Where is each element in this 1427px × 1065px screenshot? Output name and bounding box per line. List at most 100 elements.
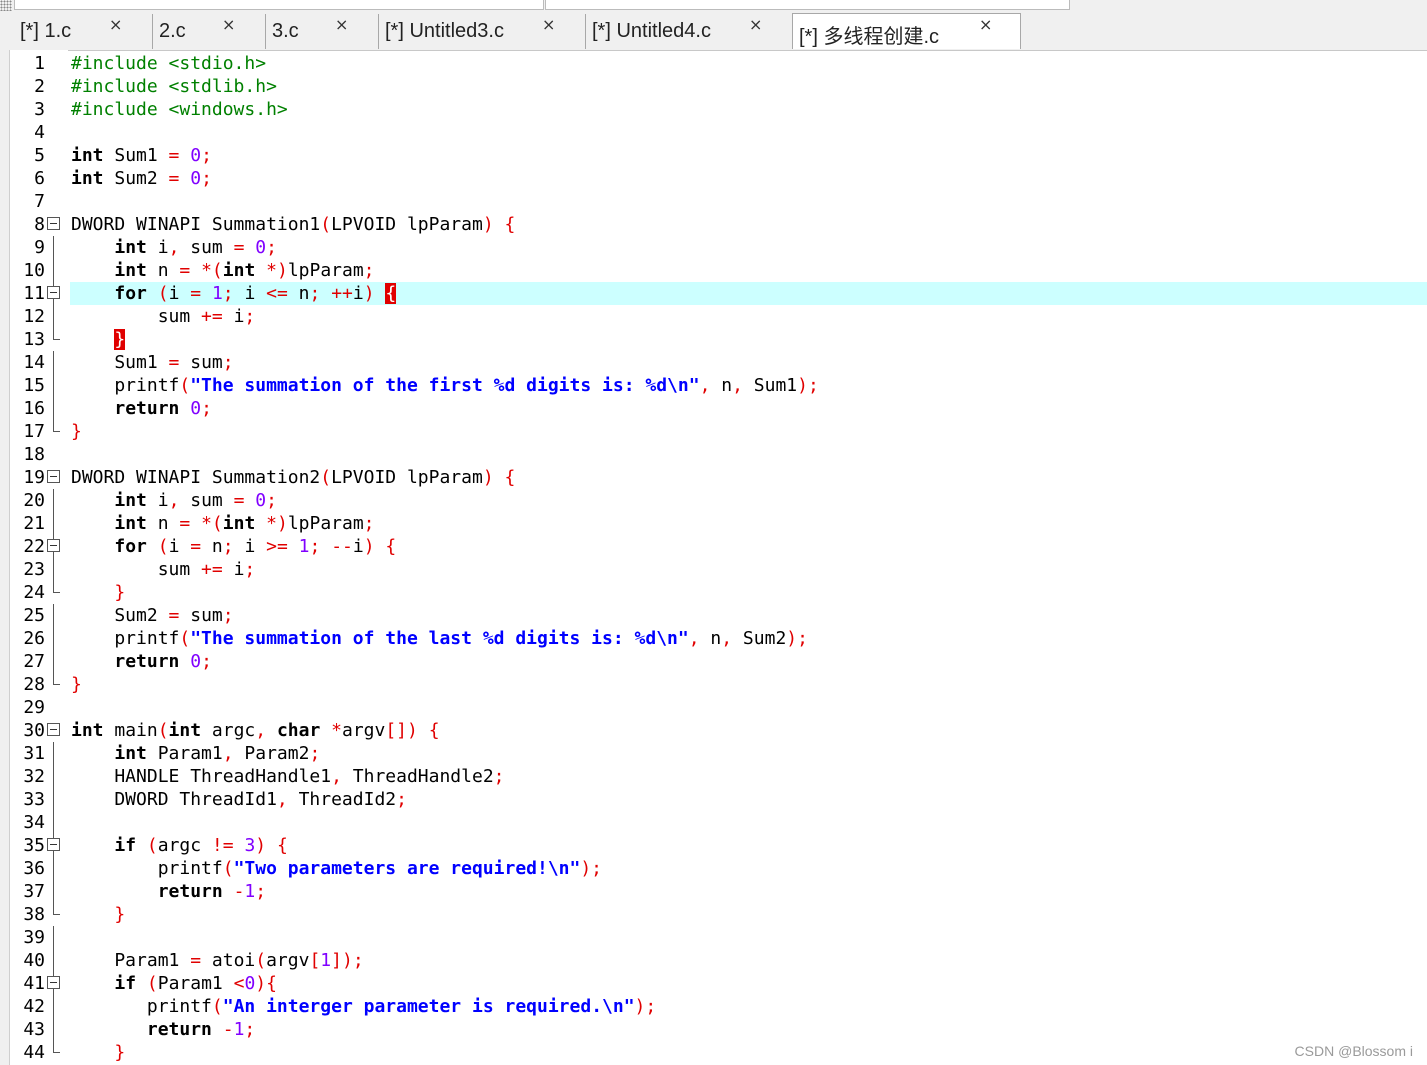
code-line[interactable]: 13 } bbox=[0, 328, 1427, 351]
code-text: return 0; bbox=[71, 650, 212, 673]
code-line[interactable]: 21 int n = *(int *)lpParam; bbox=[0, 512, 1427, 535]
line-number: 7 bbox=[34, 191, 45, 212]
code-token-id: i bbox=[146, 237, 169, 258]
tab-untitled3-c[interactable]: [*] Untitled3.c × bbox=[379, 14, 586, 49]
code-token-brace: { bbox=[385, 536, 397, 557]
code-text: DWORD WINAPI Summation1(LPVOID lpParam) … bbox=[71, 213, 515, 236]
code-token-id bbox=[71, 973, 114, 994]
code-line[interactable]: 34 bbox=[0, 811, 1427, 834]
tab-2-c[interactable]: 2.c × bbox=[153, 14, 266, 49]
fold-guide bbox=[53, 788, 54, 811]
code-line[interactable]: 3 #include <windows.h> bbox=[0, 98, 1427, 121]
fold-toggle-icon[interactable] bbox=[47, 723, 60, 736]
code-token-op: * bbox=[331, 720, 342, 741]
code-line[interactable]: 31 int Param1, Param2; bbox=[0, 742, 1427, 765]
fold-end-marker bbox=[53, 1052, 60, 1053]
code-line[interactable]: 35 if (argc != 3) { bbox=[0, 834, 1427, 857]
line-number: 2 bbox=[34, 76, 45, 97]
code-line[interactable]: 14 Sum1 = sum; bbox=[0, 351, 1427, 374]
line-number: 23 bbox=[23, 559, 45, 580]
code-line[interactable]: 7 bbox=[0, 190, 1427, 213]
code-line[interactable]: 24 } bbox=[0, 581, 1427, 604]
code-line[interactable]: 28} bbox=[0, 673, 1427, 696]
code-token-num: 1 bbox=[244, 881, 256, 902]
code-line[interactable]: 39 bbox=[0, 926, 1427, 949]
code-line[interactable]: 38 } bbox=[0, 903, 1427, 926]
code-line[interactable]: 6 int Sum2 = 0; bbox=[0, 167, 1427, 190]
code-token-op: *) bbox=[266, 260, 288, 281]
toolbar-field-left[interactable] bbox=[14, 0, 544, 10]
code-token-op: ) bbox=[482, 467, 494, 488]
code-line[interactable]: 1 #include <stdio.h> bbox=[0, 52, 1427, 75]
fold-toggle-icon[interactable] bbox=[47, 539, 60, 552]
code-line[interactable]: 22 for (i = n; i >= 1; --i) { bbox=[0, 535, 1427, 558]
code-line[interactable]: 33 DWORD ThreadId1, ThreadId2; bbox=[0, 788, 1427, 811]
code-editor[interactable]: 1 #include <stdio.h> 2 #include <stdlib.h> 3… bbox=[0, 52, 1427, 1064]
code-line[interactable]: 40 Param1 = atoi(argv[1]); bbox=[0, 949, 1427, 972]
code-line[interactable]: 19 DWORD WINAPI Summation2(LPVOID lpParam… bbox=[0, 466, 1427, 489]
code-token-id: atoi bbox=[201, 950, 256, 971]
code-text: int Sum1 = 0; bbox=[71, 144, 212, 167]
code-line[interactable]: 8 DWORD WINAPI Summation1(LPVOID lpParam)… bbox=[0, 213, 1427, 236]
toolbar-field-right[interactable] bbox=[545, 0, 1070, 10]
line-number: 31 bbox=[23, 743, 45, 764]
code-line[interactable]: 27 return 0; bbox=[0, 650, 1427, 673]
toolbar-grip-icon[interactable] bbox=[0, 0, 12, 11]
code-line[interactable]: 30 int main(int argc, char *argv[]) { bbox=[0, 719, 1427, 742]
code-token-op: , bbox=[168, 490, 180, 511]
code-line[interactable]: 4 bbox=[0, 121, 1427, 144]
code-text: for (i = 1; i <= n; ++i) { bbox=[71, 282, 397, 305]
fold-toggle-icon[interactable] bbox=[47, 286, 60, 299]
fold-guide bbox=[53, 742, 54, 765]
close-icon[interactable]: × bbox=[222, 15, 235, 34]
code-line[interactable]: 36 printf("Two parameters are required!\… bbox=[0, 857, 1427, 880]
tab-untitled4-c[interactable]: [*] Untitled4.c × bbox=[586, 14, 793, 49]
code-line[interactable]: 2 #include <stdlib.h> bbox=[0, 75, 1427, 98]
code-line[interactable]: 5 int Sum1 = 0; bbox=[0, 144, 1427, 167]
fold-toggle-icon[interactable] bbox=[47, 838, 60, 851]
tab-3-c[interactable]: 3.c × bbox=[266, 14, 379, 49]
code-text: int i, sum = 0; bbox=[71, 236, 277, 259]
close-icon[interactable]: × bbox=[335, 15, 348, 34]
code-token-kw: int bbox=[114, 237, 147, 258]
code-line[interactable]: 29 bbox=[0, 696, 1427, 719]
code-line[interactable]: 16 return 0; bbox=[0, 397, 1427, 420]
code-line[interactable]: 18 bbox=[0, 443, 1427, 466]
code-token-op: ; bbox=[363, 513, 375, 534]
code-line[interactable]: 11 for (i = 1; i <= n; ++i) { bbox=[0, 282, 1427, 305]
code-text: return -1; bbox=[71, 1018, 255, 1041]
line-number: 21 bbox=[23, 513, 45, 534]
code-line[interactable]: 20 int i, sum = 0; bbox=[0, 489, 1427, 512]
code-line[interactable]: 32 HANDLE ThreadHandle1, ThreadHandle2; bbox=[0, 765, 1427, 788]
code-line[interactable]: 9 int i, sum = 0; bbox=[0, 236, 1427, 259]
close-icon[interactable]: × bbox=[542, 15, 555, 34]
code-line[interactable]: 23 sum += i; bbox=[0, 558, 1427, 581]
code-token-op: = bbox=[168, 168, 180, 189]
fold-toggle-icon[interactable] bbox=[47, 470, 60, 483]
close-icon[interactable]: × bbox=[109, 15, 122, 34]
fold-toggle-icon[interactable] bbox=[47, 217, 60, 230]
code-token-id bbox=[71, 1019, 147, 1040]
code-line[interactable]: 10 int n = *(int *)lpParam; bbox=[0, 259, 1427, 282]
tab-1-c[interactable]: [*] 1.c × bbox=[14, 14, 153, 49]
code-line[interactable]: 44 } bbox=[0, 1041, 1427, 1064]
code-line[interactable]: 41 if (Param1 <0){ bbox=[0, 972, 1427, 995]
code-line[interactable]: 17} bbox=[0, 420, 1427, 443]
code-token-op: = bbox=[179, 513, 191, 534]
close-icon[interactable]: × bbox=[979, 15, 992, 34]
code-token-id: i bbox=[352, 283, 364, 304]
code-line[interactable]: 12 sum += i; bbox=[0, 305, 1427, 328]
close-icon[interactable]: × bbox=[749, 15, 762, 34]
code-token-op: ); bbox=[786, 628, 808, 649]
code-line[interactable]: 37 return -1; bbox=[0, 880, 1427, 903]
code-line[interactable]: 26 printf("The summation of the last %d … bbox=[0, 627, 1427, 650]
code-token-op: ( bbox=[157, 720, 169, 741]
code-line[interactable]: 42 printf("An interger parameter is requ… bbox=[0, 995, 1427, 1018]
code-token-brace: } bbox=[114, 582, 126, 603]
code-token-op: ; bbox=[222, 352, 234, 373]
tab-multithread-create-c[interactable]: [*] 多线程创建.c × bbox=[792, 13, 1021, 49]
fold-toggle-icon[interactable] bbox=[47, 976, 60, 989]
code-line[interactable]: 25 Sum2 = sum; bbox=[0, 604, 1427, 627]
code-line[interactable]: 43 return -1; bbox=[0, 1018, 1427, 1041]
code-line[interactable]: 15 printf("The summation of the first %d… bbox=[0, 374, 1427, 397]
